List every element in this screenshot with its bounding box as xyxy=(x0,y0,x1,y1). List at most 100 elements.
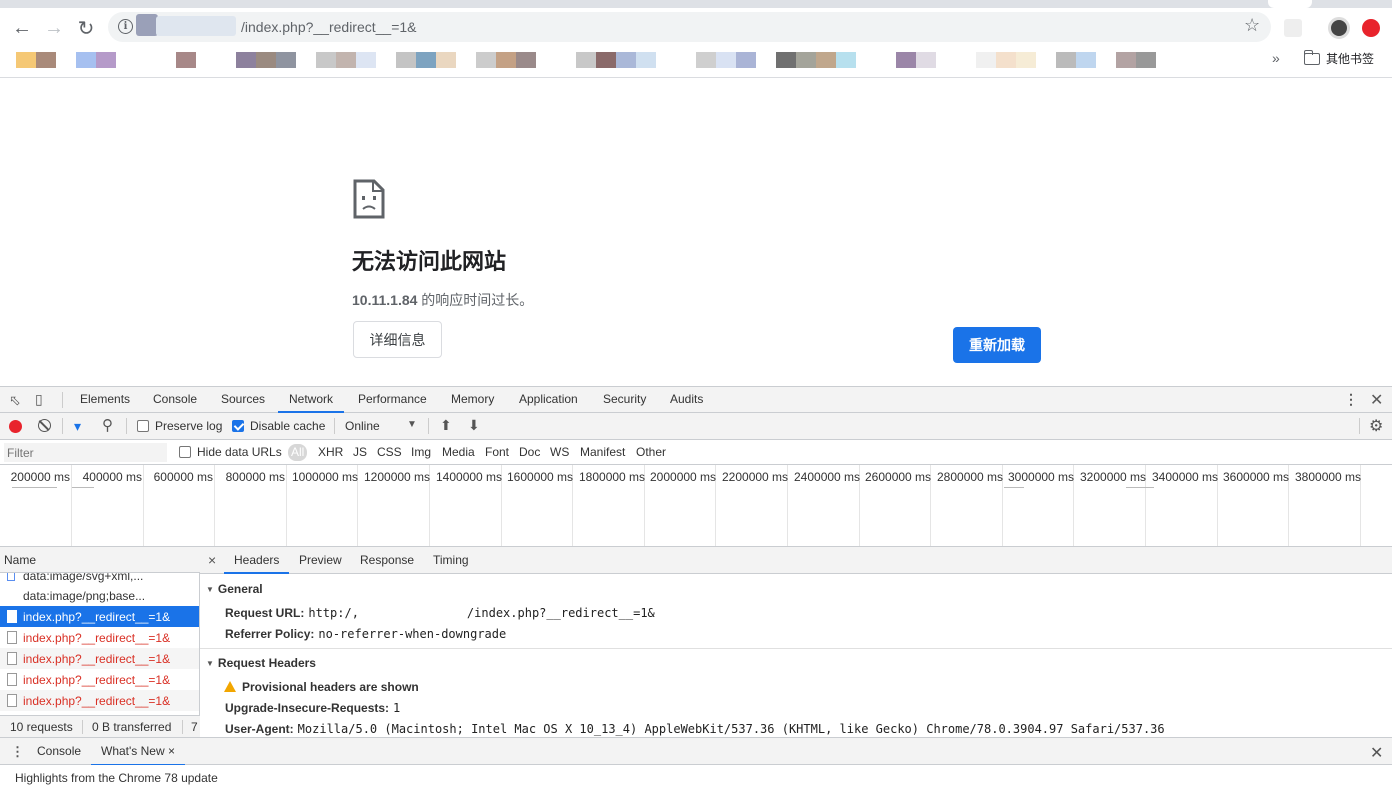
request-bar xyxy=(1004,487,1024,488)
bookmark-item[interactable] xyxy=(696,52,756,68)
timeline-tick-label: 3400000 ms xyxy=(1152,470,1219,484)
timeline-overview[interactable]: 200000 ms 400000 ms 600000 ms 800000 ms 1000… xyxy=(0,465,1392,547)
details-button[interactable]: 详细信息 xyxy=(353,321,442,358)
close-drawer-icon[interactable]: ✕ xyxy=(1370,743,1383,763)
bookmark-item[interactable] xyxy=(16,52,56,68)
detail-tab-bar: × Headers Preview Response Timing xyxy=(200,547,1392,574)
bookmark-item[interactable] xyxy=(776,52,856,68)
filter-input[interactable] xyxy=(4,443,167,462)
bookmarks-overflow-icon[interactable]: » xyxy=(1272,50,1280,66)
address-bar[interactable]: i /index.php?__redirect__=1& ☆ xyxy=(108,12,1271,42)
list-item[interactable]: index.php?__redirect__=1& xyxy=(0,627,199,648)
filter-type-img[interactable]: Img xyxy=(411,445,431,459)
close-tab-icon[interactable]: × xyxy=(168,744,175,758)
record-icon[interactable] xyxy=(9,420,22,433)
reload-button[interactable]: 重新加载 xyxy=(953,327,1041,363)
filter-type-all[interactable]: All xyxy=(288,444,308,461)
tab-performance[interactable]: Performance xyxy=(358,387,427,413)
filter-type-manifest[interactable]: Manifest xyxy=(580,445,625,459)
back-icon[interactable]: ← xyxy=(8,14,36,42)
list-item[interactable]: index.php?__redirect__=1& xyxy=(0,606,199,627)
update-icon[interactable] xyxy=(1362,19,1380,37)
filter-type-media[interactable]: Media xyxy=(442,445,475,459)
tab-console[interactable]: Console xyxy=(153,387,197,413)
device-toolbar-icon[interactable]: ▯ xyxy=(35,391,43,408)
export-har-icon[interactable]: ⬇ xyxy=(468,417,480,434)
more-options-icon[interactable]: ⋮ xyxy=(1344,391,1358,408)
tab-application[interactable]: Application xyxy=(519,387,578,413)
import-har-icon[interactable]: ⬆ xyxy=(440,417,452,434)
site-info-icon[interactable]: i xyxy=(118,19,133,34)
filter-icon[interactable]: ▾ xyxy=(74,418,81,435)
search-icon[interactable]: ⚲ xyxy=(102,416,113,434)
request-bar xyxy=(12,487,57,488)
filter-type-js[interactable]: JS xyxy=(353,445,367,459)
url-text[interactable]: /index.php?__redirect__=1& xyxy=(241,19,417,35)
reload-icon[interactable]: ↻ xyxy=(72,14,100,42)
filter-type-xhr[interactable]: XHR xyxy=(318,445,343,459)
throttling-select[interactable]: Online xyxy=(345,419,380,433)
request-headers-section-toggle[interactable]: ▼ Request Headers xyxy=(206,656,316,670)
bookmark-item[interactable] xyxy=(76,52,116,68)
close-devtools-icon[interactable]: ✕ xyxy=(1370,390,1383,410)
forward-icon[interactable]: → xyxy=(40,14,68,42)
list-item[interactable]: index.php?__redirect__=1& xyxy=(0,648,199,669)
filter-type-doc[interactable]: Doc xyxy=(519,445,540,459)
clear-icon[interactable] xyxy=(38,419,51,432)
bookmark-item[interactable] xyxy=(396,52,456,68)
provisional-warning: Provisional headers are shown xyxy=(224,680,419,694)
bookmark-item[interactable] xyxy=(976,52,1036,68)
tab-timing[interactable]: Timing xyxy=(433,547,469,574)
tab-headers[interactable]: Headers xyxy=(224,547,290,574)
bookmark-item[interactable] xyxy=(576,52,656,68)
tab-audits[interactable]: Audits xyxy=(670,387,703,413)
disable-cache-checkbox[interactable] xyxy=(232,420,244,432)
tab-network[interactable]: Network xyxy=(278,387,345,413)
tab-memory[interactable]: Memory xyxy=(451,387,494,413)
drawer-menu-icon[interactable]: ⋮ xyxy=(11,744,24,760)
request-list-header[interactable]: Name xyxy=(0,547,200,573)
tab-security[interactable]: Security xyxy=(603,387,646,413)
filter-type-ws[interactable]: WS xyxy=(550,445,569,459)
chevron-down-icon[interactable]: ▼ xyxy=(407,419,417,430)
bookmark-item[interactable] xyxy=(476,52,536,68)
document-file-icon xyxy=(7,631,17,644)
network-toolbar: ▾ ⚲ Preserve log Disable cache Online ▼ … xyxy=(0,413,1392,440)
list-item[interactable]: index.php?__redirect__=1& xyxy=(0,669,199,690)
triangle-down-icon: ▼ xyxy=(206,659,214,668)
bookmark-item[interactable] xyxy=(176,52,196,68)
bookmark-star-icon[interactable]: ☆ xyxy=(1244,15,1260,36)
timeline-tick-label: 600000 ms xyxy=(153,470,213,484)
drawer-tab-console[interactable]: Console xyxy=(37,738,81,766)
list-item[interactable]: index.php?__redirect__=1& xyxy=(0,690,199,711)
timeline-tick-label: 1600000 ms xyxy=(507,470,574,484)
gear-icon[interactable]: ⚙ xyxy=(1369,416,1383,436)
bookmark-item[interactable] xyxy=(236,52,296,68)
tab-sources[interactable]: Sources xyxy=(221,387,265,413)
tab-elements[interactable]: Elements xyxy=(80,387,130,413)
timeline-tick-label: 3000000 ms xyxy=(1008,470,1075,484)
tab-preview[interactable]: Preview xyxy=(299,547,342,574)
drawer-tab-whats-new[interactable]: What's New × xyxy=(91,738,185,766)
close-icon[interactable]: × xyxy=(208,552,216,568)
active-tab-edge[interactable] xyxy=(1268,0,1312,8)
other-bookmarks[interactable]: 其他书签 xyxy=(1303,49,1374,67)
bookmark-item[interactable] xyxy=(896,52,936,68)
filter-type-font[interactable]: Font xyxy=(485,445,509,459)
hide-data-urls-checkbox[interactable] xyxy=(179,446,191,458)
list-item[interactable]: data:image/svg+xml,... xyxy=(0,573,199,584)
preserve-log-checkbox[interactable] xyxy=(137,420,149,432)
filter-type-other[interactable]: Other xyxy=(636,445,666,459)
profile-avatar[interactable] xyxy=(1328,17,1350,39)
general-section-toggle[interactable]: ▼ General xyxy=(206,582,263,596)
name-column-header[interactable]: Name xyxy=(4,553,36,567)
bookmark-item[interactable] xyxy=(1116,52,1156,68)
bookmark-item[interactable] xyxy=(316,52,376,68)
bookmark-item[interactable] xyxy=(1056,52,1096,68)
filter-type-css[interactable]: CSS xyxy=(377,445,402,459)
inspect-element-icon[interactable]: ⬁ xyxy=(9,392,21,409)
tab-response[interactable]: Response xyxy=(360,547,414,574)
document-file-icon xyxy=(7,673,17,686)
list-item[interactable]: data:image/png;base... xyxy=(0,585,199,606)
extension-icon[interactable] xyxy=(1284,19,1302,37)
